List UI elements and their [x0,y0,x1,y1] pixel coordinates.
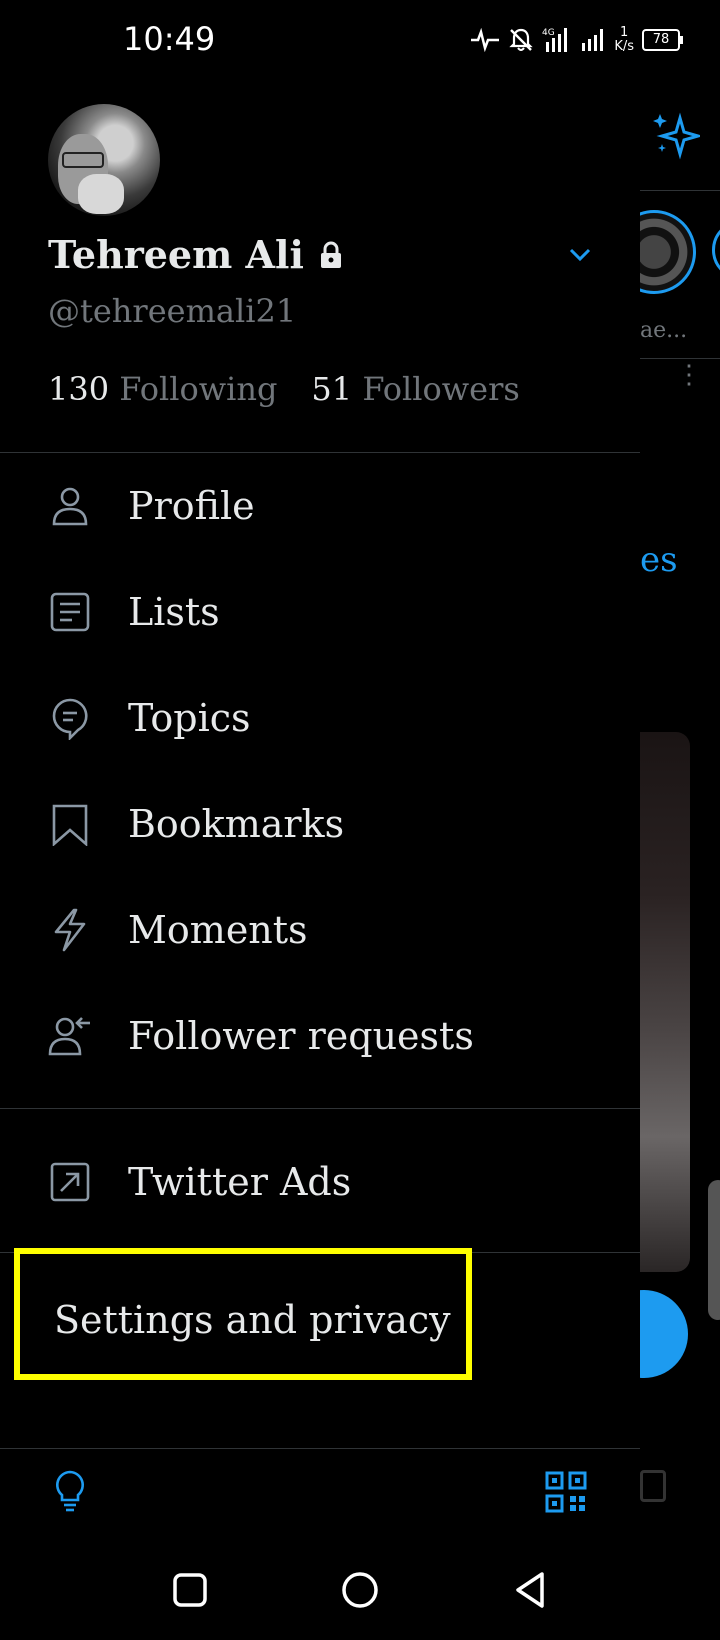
feed-divider [640,358,720,359]
username-handle: @tehreemali21 [48,292,297,330]
signal-4g-icon: 4G [542,28,568,52]
status-icons: 4G 1 K/s 78 [470,22,683,58]
more-options-icon[interactable]: ⋮ [676,362,702,388]
battery-icon: 78 [642,29,683,51]
mute-bell-icon [509,28,533,51]
followers-link[interactable]: 51 Followers [311,370,519,408]
network-speed: 1 K/s [614,25,634,54]
divider [0,1448,640,1449]
list-icon [50,592,90,632]
fleet-avatar[interactable] [640,210,696,294]
status-bar: 10:49 4G 1 K/s 78 [0,0,720,80]
feed-divider [640,190,720,191]
system-nav-bar [0,1540,720,1640]
fleet-avatar-2[interactable] [712,220,720,280]
menu-label: Twitter Ads [128,1160,352,1204]
display-name: Tehreem Ali [48,232,304,277]
background-feed: ae... ⋮ es [640,0,720,1640]
divider [0,452,640,453]
clock: 10:49 [123,20,216,58]
svg-text:4G: 4G [542,28,555,38]
scroll-handle[interactable] [708,1180,720,1320]
lightbulb-icon[interactable] [48,1468,92,1512]
lightning-icon [54,908,86,952]
menu-item-twitter-ads[interactable]: Twitter Ads [0,1132,640,1232]
menu-label: Bookmarks [128,802,345,846]
menu-label: Follower requests [128,1014,474,1058]
activity-icon [471,28,500,52]
settings-and-privacy-button[interactable]: Settings and privacy [14,1248,472,1380]
signal-icon [582,29,604,51]
tweet-media[interactable] [640,732,690,1272]
messages-icon[interactable] [640,1470,666,1502]
menu-label: Moments [128,908,308,952]
compose-fab[interactable] [640,1290,688,1378]
menu-label: Lists [128,590,220,634]
lock-icon [320,241,341,268]
follower-requests-icon [48,1017,90,1056]
feed-tab-fragment[interactable]: es [640,540,678,580]
menu-item-follower-requests[interactable]: Follower requests [0,986,640,1086]
recents-button-icon[interactable] [170,1570,210,1610]
follow-counts: 130 Following 51 Followers [48,370,520,408]
menu-item-topics[interactable]: Topics [0,668,640,768]
qr-code-icon[interactable] [544,1470,588,1514]
settings-label: Settings and privacy [54,1298,451,1342]
menu-label: Profile [128,484,255,528]
drawer-bottom-bar [0,1450,640,1530]
avatar[interactable] [48,104,160,216]
external-link-icon [50,1162,90,1202]
menu-item-bookmarks[interactable]: Bookmarks [0,774,640,874]
display-name-row[interactable]: Tehreem Ali [48,232,346,277]
topics-icon [52,698,88,740]
menu-item-moments[interactable]: Moments [0,880,640,980]
navigation-drawer: Tehreem Ali @tehreemali21 130 Following … [0,80,640,1513]
menu-item-lists[interactable]: Lists [0,562,640,662]
following-link[interactable]: 130 Following [48,370,277,408]
menu-label: Topics [128,696,251,740]
chevron-down-icon[interactable] [564,238,596,270]
sparkle-icon[interactable] [650,110,700,160]
back-button-icon[interactable] [510,1570,550,1610]
fleet-name: ae... [640,318,688,343]
home-button-icon[interactable] [340,1570,380,1610]
menu-item-profile[interactable]: Profile [0,456,640,556]
person-icon [52,487,88,526]
divider [0,1108,640,1109]
bookmark-icon [52,804,88,846]
